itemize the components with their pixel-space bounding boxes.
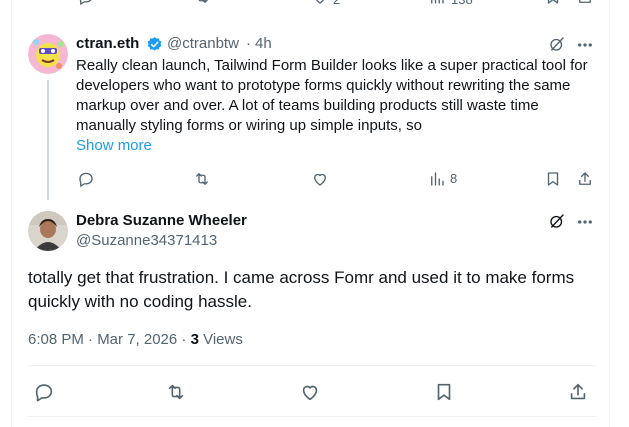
share-icon[interactable] <box>576 170 594 188</box>
timestamp[interactable]: 6:08 PM · Mar 7, 2026 · <box>28 331 191 348</box>
divider <box>28 416 596 417</box>
tweet-text: Really clean launch, Tailwind Form Build… <box>76 57 588 134</box>
views-icon[interactable] <box>428 0 446 6</box>
like-icon[interactable] <box>311 170 329 188</box>
timeline-border-left <box>11 0 12 427</box>
bookmark-icon[interactable] <box>544 0 562 6</box>
retweet-icon[interactable] <box>165 381 187 403</box>
share-icon[interactable] <box>576 0 594 6</box>
thread-line <box>47 80 49 200</box>
views-label: Views <box>198 331 243 348</box>
separator: · <box>246 35 251 52</box>
views-icon[interactable] <box>428 170 446 188</box>
more-icon[interactable] <box>576 36 594 54</box>
author-name[interactable]: ctran.eth <box>76 35 139 52</box>
author-name[interactable]: Debra Suzanne Wheeler <box>76 212 247 229</box>
avatar[interactable] <box>28 211 68 251</box>
bookmark-icon[interactable] <box>433 381 455 403</box>
avatar[interactable] <box>28 34 68 74</box>
bookmark-icon[interactable] <box>544 170 562 188</box>
reply-icon[interactable] <box>77 0 95 6</box>
like-icon[interactable] <box>299 381 321 403</box>
view-count: 138 <box>451 0 473 7</box>
share-icon[interactable] <box>567 381 589 403</box>
tweet-meta: 6:08 PM · Mar 7, 2026 · 3 Views <box>28 331 243 348</box>
show-more-link[interactable]: Show more <box>76 137 152 154</box>
verified-icon <box>146 36 163 53</box>
reply-icon[interactable] <box>77 170 95 188</box>
divider <box>28 365 596 366</box>
retweet-icon[interactable] <box>193 170 211 188</box>
grok-icon[interactable] <box>548 35 566 53</box>
tweet-text: totally get that frustration. I came acr… <box>28 268 575 311</box>
views-count: 3 <box>190 331 199 348</box>
like-icon[interactable] <box>311 0 329 6</box>
grok-icon[interactable] <box>548 212 566 230</box>
retweet-icon[interactable] <box>193 0 211 6</box>
like-count: 2 <box>333 0 340 7</box>
more-icon[interactable] <box>576 213 594 231</box>
view-count: 8 <box>450 171 458 186</box>
reply-icon[interactable] <box>33 381 55 403</box>
tweet-time[interactable]: 4h <box>255 35 272 52</box>
author-handle[interactable]: @Suzanne34371413 <box>76 232 217 249</box>
author-handle[interactable]: @ctranbtw <box>167 35 239 52</box>
timeline-border-right <box>609 0 610 427</box>
